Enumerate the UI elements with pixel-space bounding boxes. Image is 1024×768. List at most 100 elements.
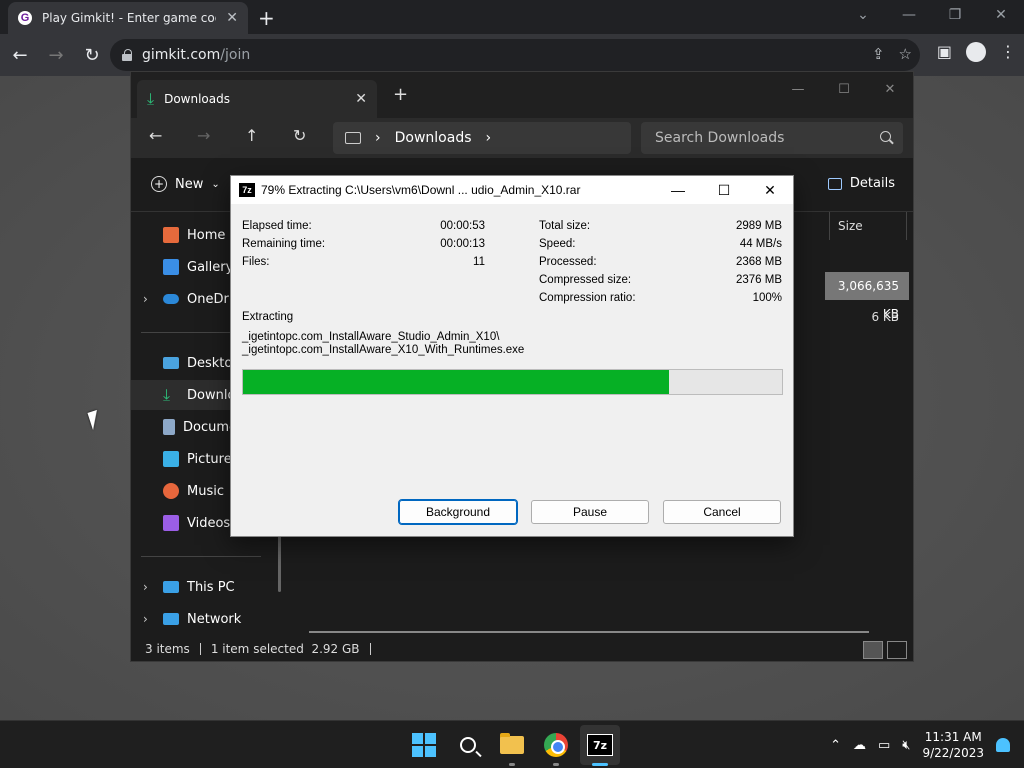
clock-time: 11:31 AM — [924, 730, 982, 744]
pause-button[interactable]: Pause — [531, 500, 649, 524]
status-bar: 3 items 1 item selected 2.92 GB — [131, 637, 913, 661]
address-bar[interactable]: gimkit.com/join ⇪ ☆ — [110, 39, 920, 71]
chrome-tab-strip: G Play Gimkit! - Enter game code h ✕ + ⌄… — [0, 0, 1024, 34]
chevron-right-icon[interactable]: › — [486, 130, 492, 146]
close-icon[interactable]: ✕ — [355, 91, 367, 107]
horizontal-scrollbar[interactable] — [309, 631, 869, 633]
explorer-tab-downloads[interactable]: ⤓ Downloads ✕ — [137, 80, 377, 118]
chevron-right-icon[interactable]: › — [143, 612, 148, 626]
folder-icon — [500, 733, 524, 754]
gallery-icon — [163, 259, 179, 275]
windows-logo-icon — [412, 733, 436, 757]
breadcrumb-downloads[interactable]: Downloads — [395, 130, 472, 146]
remaining-value: 00:00:13 — [440, 238, 485, 250]
up-arrow-icon[interactable]: ↑ — [245, 126, 258, 145]
7zip-icon: 7z — [239, 183, 255, 197]
maximize-button[interactable]: ☐ — [821, 76, 867, 102]
dialog-body: Elapsed time: 00:00:53 Remaining time: 0… — [231, 204, 793, 538]
current-file-path: _igetintopc.com_InstallAware_Studio_Admi… — [242, 331, 524, 357]
sidebar-item-label: This PC — [187, 579, 235, 595]
background-button[interactable]: Background — [398, 499, 518, 525]
details-button[interactable]: Details — [827, 176, 895, 191]
profile-avatar-icon[interactable] — [966, 42, 986, 62]
gimkit-favicon-icon: G — [18, 11, 32, 25]
chrome-tab[interactable]: G Play Gimkit! - Enter game code h ✕ — [8, 2, 248, 34]
plus-circle-icon: + — [151, 176, 167, 192]
details-button-label: Details — [849, 176, 895, 191]
notification-bell-icon[interactable] — [996, 738, 1010, 752]
sidebar-item-this-pc[interactable]: › This PC — [131, 572, 279, 602]
pictures-icon — [163, 451, 179, 467]
share-icon[interactable]: ⇪ — [872, 45, 885, 63]
dialog-titlebar[interactable]: 7z 79% Extracting C:\Users\vm6\Downl ...… — [231, 176, 793, 204]
cloud-icon — [163, 294, 179, 304]
restore-button[interactable]: ❐ — [932, 0, 978, 30]
total-size-value: 2989 MB — [735, 220, 782, 232]
search-downloads-input[interactable]: Search Downloads — [641, 122, 903, 154]
side-panel-icon[interactable]: ▣ — [937, 42, 952, 62]
column-header-size[interactable]: Size — [829, 212, 915, 240]
start-button[interactable] — [410, 731, 438, 759]
new-button[interactable]: + New ⌄ — [151, 176, 220, 192]
7zip-taskbar-button[interactable]: 7z — [586, 731, 614, 759]
explorer-new-tab-button[interactable]: + — [393, 84, 408, 105]
chevron-right-icon[interactable]: › — [375, 130, 381, 146]
compressed-size-label: Compressed size: — [539, 274, 632, 286]
active-indicator — [592, 763, 608, 766]
forward-button[interactable]: → — [40, 39, 72, 71]
progress-bar — [242, 369, 783, 395]
network-icon — [163, 613, 179, 625]
reload-button[interactable]: ↻ — [76, 39, 108, 71]
compression-ratio-value: 100% — [752, 292, 782, 304]
close-icon[interactable]: ✕ — [226, 10, 238, 26]
close-window-button[interactable]: ✕ — [978, 0, 1024, 30]
table-row[interactable]: 3,066,635 KB — [825, 272, 909, 321]
sidebar-item-network[interactable]: › Network — [131, 604, 279, 634]
minimize-button[interactable]: — — [775, 76, 821, 102]
back-arrow-icon[interactable]: ← — [149, 126, 162, 145]
close-window-button[interactable]: ✕ — [867, 76, 913, 102]
lock-icon[interactable] — [122, 49, 132, 61]
new-button-label: New — [175, 176, 204, 192]
status-divider — [369, 643, 371, 655]
tiles-view-icon[interactable] — [887, 641, 907, 659]
menu-kebab-icon[interactable]: ⋮ — [1000, 42, 1016, 62]
forward-arrow-icon[interactable]: → — [197, 126, 210, 145]
chrome-icon — [544, 733, 568, 757]
home-icon — [163, 227, 179, 243]
processed-value: 2368 MB — [735, 256, 782, 268]
refresh-icon[interactable]: ↻ — [293, 126, 306, 145]
bookmark-star-icon[interactable]: ☆ — [899, 45, 912, 63]
details-view-icon[interactable] — [863, 641, 883, 659]
close-button[interactable]: ✕ — [747, 176, 793, 204]
chevron-up-icon[interactable]: ⌃ — [830, 738, 841, 753]
minimize-button[interactable]: — — [886, 0, 932, 30]
running-indicator — [509, 763, 515, 766]
clock[interactable]: 11:31 AM 9/22/2023 — [922, 729, 984, 761]
file-explorer-taskbar-button[interactable] — [498, 731, 526, 759]
chrome-taskbar-button[interactable] — [542, 731, 570, 759]
remaining-label: Remaining time: — [242, 238, 326, 250]
onedrive-icon[interactable]: ☁ — [853, 738, 866, 753]
table-row[interactable]: 6 KB — [871, 310, 899, 324]
cancel-button[interactable]: Cancel — [663, 500, 781, 524]
chevron-right-icon[interactable]: › — [143, 292, 148, 306]
maximize-button[interactable]: ☐ — [701, 176, 747, 204]
chevron-down-icon[interactable]: ⌄ — [840, 0, 886, 30]
extract-progress-dialog: 7z 79% Extracting C:\Users\vm6\Downl ...… — [230, 175, 794, 537]
speed-label: Speed: — [539, 238, 576, 250]
speaker-muted-icon[interactable]: 🔇︎ — [902, 738, 910, 753]
search-button[interactable] — [454, 731, 482, 759]
sidebar-item-label: Music — [187, 483, 224, 499]
sidebar-item-label: Videos — [187, 515, 231, 531]
new-tab-button[interactable]: + — [258, 6, 275, 30]
sidebar-item-label: Home — [187, 227, 226, 243]
minimize-button[interactable]: — — [655, 176, 701, 204]
explorer-address-bar[interactable]: › Downloads › — [333, 122, 631, 154]
chrome-toolbar: ← → ↻ gimkit.com/join ⇪ ☆ ▣ ⋮ — [0, 34, 1024, 76]
chevron-right-icon[interactable]: › — [143, 580, 148, 594]
network-icon[interactable]: ▭ — [878, 738, 890, 753]
explorer-nav-bar: ← → ↑ ↻ › Downloads › Search Downloads — [131, 118, 913, 158]
back-button[interactable]: ← — [4, 39, 36, 71]
sidebar-divider — [141, 556, 261, 557]
